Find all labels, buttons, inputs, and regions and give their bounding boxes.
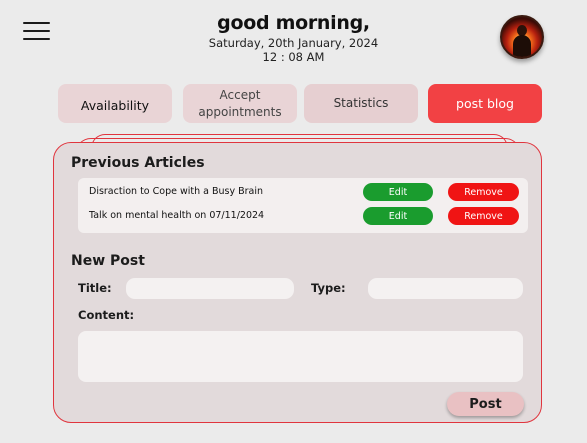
current-time: 12 : 08 AM: [262, 50, 325, 64]
list-item: Disraction to Cope with a Busy Brain Edi…: [78, 181, 528, 205]
remove-button[interactable]: Remove: [448, 183, 519, 201]
content-textarea[interactable]: [78, 331, 523, 382]
article-title: Disraction to Cope with a Busy Brain: [89, 186, 264, 197]
greeting-text: good morning,: [217, 12, 370, 34]
tab-statistics[interactable]: Statistics: [304, 84, 418, 123]
edit-button[interactable]: Edit: [363, 207, 433, 225]
title-label: Title:: [78, 281, 112, 295]
user-avatar[interactable]: [500, 15, 544, 59]
tab-accept-appointments[interactable]: Accept appointments: [183, 84, 297, 123]
current-date: Saturday, 20th January, 2024: [208, 36, 379, 50]
article-title: Talk on mental health on 07/11/2024: [89, 210, 265, 221]
remove-button[interactable]: Remove: [448, 207, 519, 225]
list-item: Talk on mental health on 07/11/2024 Edit…: [78, 205, 528, 229]
edit-button[interactable]: Edit: [363, 183, 433, 201]
new-post-heading: New Post: [71, 253, 145, 269]
title-input[interactable]: [126, 278, 294, 299]
articles-list: Disraction to Cope with a Busy Brain Edi…: [78, 178, 528, 233]
tab-post-blog[interactable]: post blog: [428, 84, 542, 123]
content-label: Content:: [78, 308, 135, 322]
post-button[interactable]: Post: [447, 392, 524, 416]
type-input[interactable]: [368, 278, 523, 299]
greeting-header: good morning, Saturday, 20th January, 20…: [0, 10, 587, 64]
type-label: Type:: [311, 281, 346, 295]
tab-availability[interactable]: Availability: [58, 84, 172, 123]
previous-articles-heading: Previous Articles: [71, 155, 205, 171]
blog-card: Previous Articles Disraction to Cope wit…: [53, 142, 542, 423]
